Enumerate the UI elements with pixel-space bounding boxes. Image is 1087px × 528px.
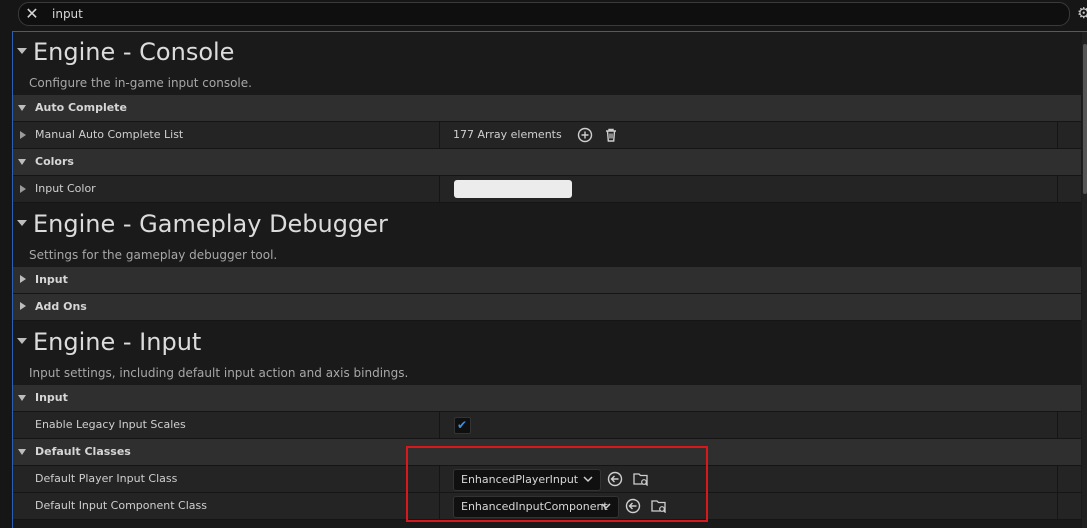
section-description: Settings for the gameplay debugger tool. bbox=[29, 248, 278, 262]
section-header-input[interactable]: Engine - Input bbox=[13, 324, 1081, 358]
expand-arrow-icon[interactable] bbox=[20, 275, 26, 283]
section-title: Engine - Gameplay Debugger bbox=[33, 210, 388, 238]
category-colors[interactable]: Colors bbox=[13, 149, 1081, 176]
input-component-class-dropdown[interactable]: EnhancedInputComponent bbox=[453, 496, 619, 518]
chevron-down-icon bbox=[600, 499, 612, 516]
expand-arrow-icon[interactable] bbox=[18, 159, 26, 165]
color-swatch[interactable] bbox=[454, 180, 572, 198]
category-label: Input bbox=[35, 391, 68, 404]
property-label: Enable Legacy Input Scales bbox=[35, 418, 186, 431]
property-label: Manual Auto Complete List bbox=[35, 128, 184, 141]
category-label: Default Classes bbox=[35, 445, 131, 458]
property-row-enable-legacy-input-scales: Enable Legacy Input Scales ✔ bbox=[13, 412, 1081, 439]
category-auto-complete[interactable]: Auto Complete bbox=[13, 95, 1081, 122]
section-description: Configure the in-game input console. bbox=[29, 76, 252, 90]
expand-arrow-icon[interactable] bbox=[18, 395, 26, 401]
collapse-arrow-icon[interactable] bbox=[17, 338, 27, 344]
category-label: Input bbox=[35, 273, 68, 286]
player-input-class-dropdown[interactable]: EnhancedPlayerInput bbox=[453, 469, 601, 491]
trash-icon[interactable] bbox=[602, 126, 620, 144]
section-title: Engine - Input bbox=[33, 328, 202, 356]
search-input[interactable] bbox=[52, 5, 952, 23]
checkmark-icon: ✔ bbox=[457, 418, 468, 432]
property-row-default-player-input-class: Default Player Input Class EnhancedPlaye… bbox=[13, 466, 1081, 493]
category-input[interactable]: Input bbox=[13, 267, 1081, 294]
category-label: Colors bbox=[35, 155, 74, 168]
category-add-ons[interactable]: Add Ons bbox=[13, 294, 1081, 321]
browse-asset-icon[interactable] bbox=[650, 497, 668, 515]
expand-arrow-icon[interactable] bbox=[18, 105, 26, 111]
category-default-classes[interactable]: Default Classes bbox=[13, 439, 1081, 466]
section-title: Engine - Console bbox=[33, 38, 235, 66]
section-description: Input settings, including default input … bbox=[29, 366, 409, 380]
category-label: Auto Complete bbox=[35, 101, 127, 114]
add-element-icon[interactable] bbox=[576, 126, 594, 144]
collapse-arrow-icon[interactable] bbox=[17, 48, 27, 54]
scrollbar[interactable] bbox=[1082, 32, 1087, 528]
search-bar: ✕ bbox=[18, 2, 1070, 26]
section-header-gameplay-debugger[interactable]: Engine - Gameplay Debugger bbox=[13, 206, 1081, 240]
property-label: Default Input Component Class bbox=[35, 499, 207, 512]
collapse-arrow-icon[interactable] bbox=[17, 220, 27, 226]
expand-arrow-icon[interactable] bbox=[20, 185, 26, 193]
category-input[interactable]: Input bbox=[13, 385, 1081, 412]
property-row-default-input-component-class: Default Input Component Class EnhancedIn… bbox=[13, 493, 1081, 520]
use-selected-asset-icon[interactable] bbox=[624, 497, 642, 515]
close-icon[interactable]: ✕ bbox=[23, 5, 41, 23]
property-label: Default Player Input Class bbox=[35, 472, 178, 485]
dropdown-value: EnhancedPlayerInput bbox=[461, 473, 579, 486]
property-row-manual-auto-complete-list: Manual Auto Complete List 177 Array elem… bbox=[13, 122, 1081, 149]
settings-panel: Engine - Console Configure the in-game i… bbox=[12, 31, 1087, 528]
legacy-input-scales-checkbox[interactable]: ✔ bbox=[454, 417, 471, 434]
array-count: 177 Array elements bbox=[453, 128, 562, 141]
section-header-console[interactable]: Engine - Console bbox=[13, 34, 1081, 68]
browse-asset-icon[interactable] bbox=[632, 470, 650, 488]
expand-arrow-icon[interactable] bbox=[18, 449, 26, 455]
chevron-down-icon bbox=[582, 472, 594, 489]
gear-icon[interactable]: ⚙ bbox=[1077, 4, 1087, 22]
scrollbar-thumb[interactable] bbox=[1083, 44, 1087, 194]
category-label: Add Ons bbox=[35, 300, 87, 313]
property-label: Input Color bbox=[35, 182, 96, 195]
use-selected-asset-icon[interactable] bbox=[606, 470, 624, 488]
property-row-input-color: Input Color bbox=[13, 176, 1081, 203]
expand-arrow-icon[interactable] bbox=[20, 302, 26, 310]
dropdown-value: EnhancedInputComponent bbox=[461, 500, 608, 513]
expand-arrow-icon[interactable] bbox=[20, 131, 26, 139]
